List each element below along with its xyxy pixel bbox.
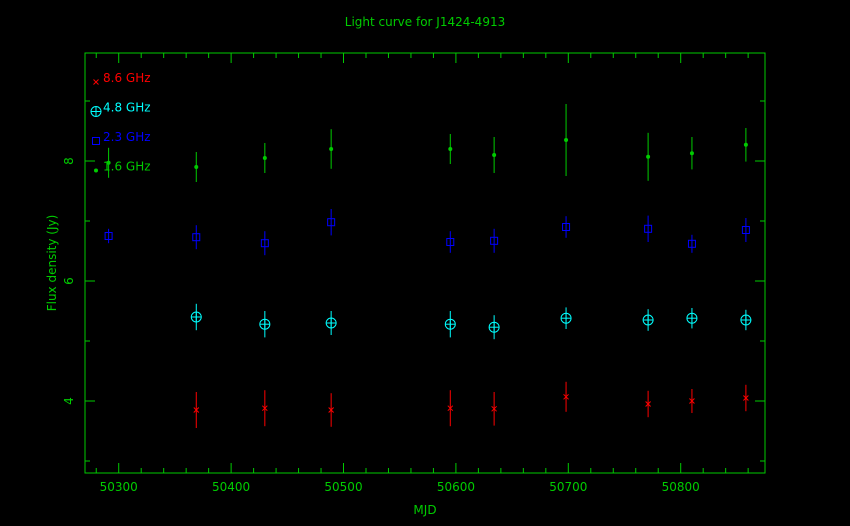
data-point: [740, 314, 752, 326]
legend-label: 2.3 GHz: [103, 130, 151, 144]
marker-dot: [492, 153, 497, 157]
data-point: [492, 153, 497, 157]
data-point: [646, 154, 651, 159]
data-point: [448, 147, 453, 151]
x-tick-label: 50500: [324, 480, 362, 494]
data-point: [642, 314, 654, 326]
chart-title: Light curve for J1424-4913: [345, 15, 505, 29]
marker-dot: [106, 160, 111, 165]
data-point: [106, 160, 111, 165]
x-tick-label: 50800: [662, 480, 700, 494]
data-point: [262, 156, 267, 160]
data-point: [686, 312, 698, 324]
data-point: [194, 165, 199, 169]
marker-dot: [94, 168, 98, 173]
x-axis-label: MJD: [413, 503, 436, 517]
data-point: [329, 147, 334, 151]
y-tick-label: 4: [62, 397, 76, 405]
y-tick-label: 8: [62, 157, 76, 165]
data-point: [325, 317, 337, 329]
data-point: [488, 321, 500, 333]
data-point: [564, 138, 569, 142]
x-tick-label: 50600: [437, 480, 475, 494]
marker-dot: [743, 142, 748, 147]
marker-dot: [329, 147, 334, 151]
data-point: [560, 312, 572, 324]
x-tick-label: 50300: [100, 480, 138, 494]
legend-marker: [90, 106, 102, 117]
marker-dot: [564, 138, 569, 142]
data-point: [743, 142, 748, 147]
marker-dot: [448, 147, 453, 151]
x-tick-label: 50700: [549, 480, 587, 494]
legend-label: 8.6 GHz: [103, 71, 151, 85]
data-point: [259, 318, 271, 330]
y-tick-label: 6: [62, 277, 76, 285]
data-point: [190, 311, 202, 323]
data-point: [689, 151, 694, 156]
legend-label: 4.8 GHz: [103, 101, 151, 115]
marker-dot: [689, 151, 694, 156]
light-curve-chart: Light curve for J1424-4913 50300 50400 505…: [0, 0, 850, 526]
legend-marker: [94, 168, 98, 173]
data-point: [444, 318, 456, 330]
marker-dot: [194, 165, 199, 169]
y-axis-label: Flux density (Jy): [45, 215, 59, 312]
x-tick-label: 50400: [212, 480, 250, 494]
marker-dot: [646, 154, 651, 159]
marker-dot: [262, 156, 267, 160]
